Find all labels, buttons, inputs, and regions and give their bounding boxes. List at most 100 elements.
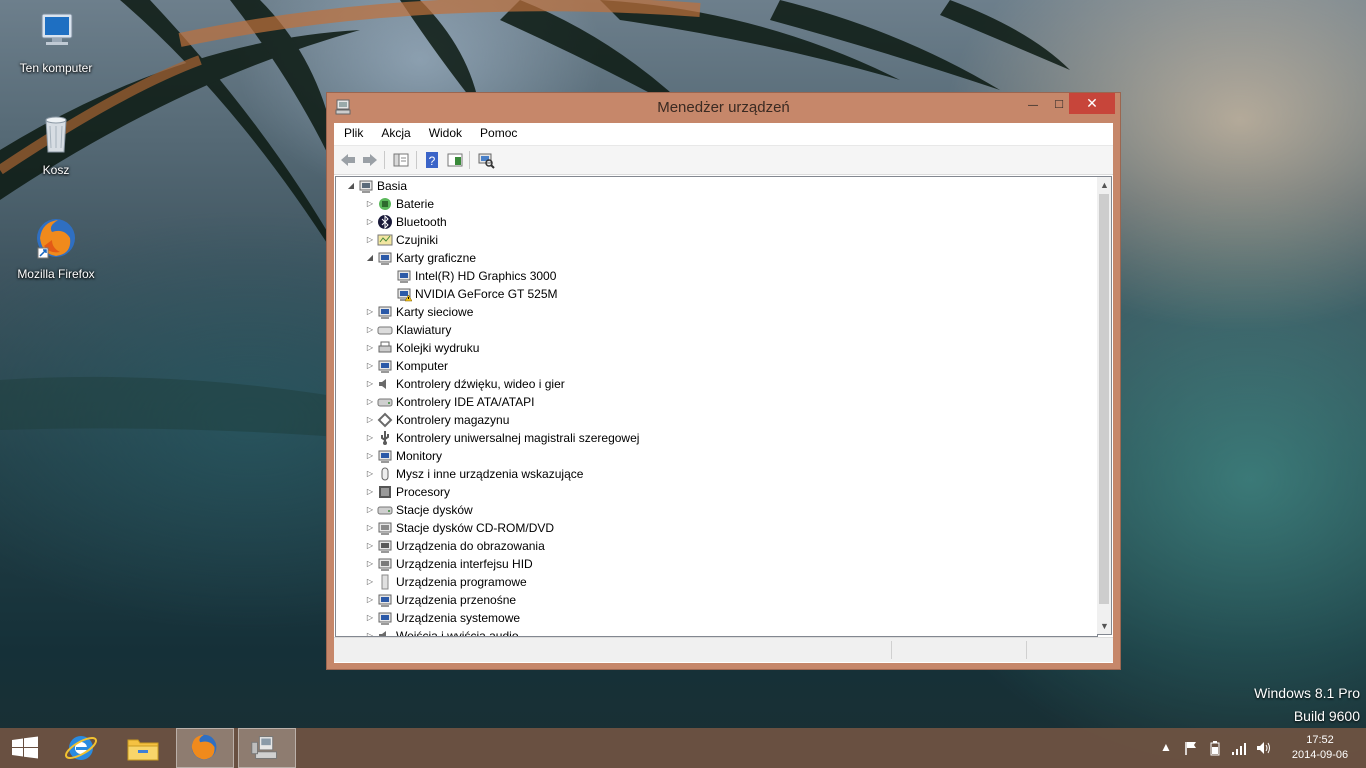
minimize-button[interactable]: — — [1021, 93, 1045, 114]
tree-category[interactable]: ▷ Urządzenia interfejsu HID — [336, 555, 1097, 573]
display-adapter-warning-icon — [396, 286, 413, 302]
tree-category[interactable]: ▷ Mysz i inne urządzenia wskazujące — [336, 465, 1097, 483]
tree-category[interactable]: ▷ Kontrolery IDE ATA/ATAPI — [336, 393, 1097, 411]
scroll-down-icon[interactable]: ▼ — [1097, 618, 1112, 634]
tree-item-label: Urządzenia do obrazowania — [396, 539, 545, 553]
expand-arrow-icon[interactable]: ▷ — [365, 357, 375, 375]
tree-category[interactable]: ▷ Klawiatury — [336, 321, 1097, 339]
firefox-icon — [37, 219, 75, 259]
collapse-arrow-icon[interactable]: ◢ — [346, 177, 356, 195]
expand-arrow-icon[interactable]: ▷ — [365, 465, 375, 483]
scroll-thumb[interactable] — [1099, 194, 1109, 604]
tree-category[interactable]: ▷ Kontrolery magazynu — [336, 411, 1097, 429]
expand-arrow-icon[interactable]: ▷ — [365, 231, 375, 249]
tree-device[interactable]: Intel(R) HD Graphics 3000 — [336, 267, 1097, 285]
tree-category[interactable]: ▷ Komputer — [336, 357, 1097, 375]
expand-arrow-icon[interactable]: ▷ — [365, 321, 375, 339]
network-signal-icon[interactable] — [1231, 740, 1247, 756]
expand-arrow-icon[interactable]: ▷ — [365, 375, 375, 393]
forward-icon[interactable] — [361, 151, 379, 169]
expand-arrow-icon[interactable]: ▷ — [365, 591, 375, 609]
desktop-icon-label: Kosz — [42, 163, 70, 177]
expand-arrow-icon[interactable]: ▷ — [365, 627, 375, 636]
tree-category[interactable]: ▷ Urządzenia do obrazowania — [336, 537, 1097, 555]
menu-view[interactable]: Widok — [419, 123, 470, 140]
expand-arrow-icon[interactable]: ▷ — [365, 555, 375, 573]
expand-arrow-icon[interactable]: ▷ — [365, 519, 375, 537]
tree-category[interactable]: ◢ Karty graficzne — [336, 249, 1097, 267]
expand-arrow-icon[interactable]: ▷ — [365, 339, 375, 357]
back-icon[interactable] — [339, 151, 357, 169]
tree-category[interactable]: ▷ Kontrolery dźwięku, wideo i gier — [336, 375, 1097, 393]
tree-root[interactable]: ◢ Basia — [336, 177, 1097, 195]
action-center-flag-icon[interactable] — [1183, 740, 1199, 756]
title-bar[interactable]: Menedżer urządzeń — □ ✕ — [327, 93, 1120, 123]
battery-icon — [377, 196, 393, 212]
tree-item-label: Karty sieciowe — [396, 305, 474, 319]
expand-arrow-icon[interactable]: ▷ — [365, 195, 375, 213]
expand-arrow-icon[interactable]: ▷ — [365, 213, 375, 231]
tree-device[interactable]: NVIDIA GeForce GT 525M — [336, 285, 1097, 303]
help-icon[interactable]: ? — [423, 151, 441, 169]
scroll-up-icon[interactable]: ▲ — [1097, 177, 1112, 193]
expand-arrow-icon[interactable]: ▷ — [365, 447, 375, 465]
window-title: Menedżer urządzeń — [657, 99, 790, 116]
taskbar: ▲ 17:52 2014-09-06 — [0, 728, 1366, 768]
show-hidden-icons-icon[interactable]: ▲ — [1158, 740, 1174, 756]
tree-category[interactable]: ▷ Urządzenia programowe — [336, 573, 1097, 591]
sensor-icon — [377, 232, 393, 248]
tree-category[interactable]: ▷ Czujniki — [336, 231, 1097, 249]
start-button[interactable] — [0, 728, 58, 768]
tree-category[interactable]: ▷ Kontrolery uniwersalnej magistrali szer… — [336, 429, 1097, 447]
taskbar-device-manager[interactable] — [238, 728, 296, 768]
expand-arrow-icon[interactable]: ▷ — [365, 609, 375, 627]
ide-controller-icon — [377, 394, 393, 410]
device-manager-icon — [251, 736, 277, 759]
tree-item-label: Urządzenia programowe — [396, 575, 527, 589]
menu-action[interactable]: Akcja — [371, 123, 418, 140]
desktop-icon-firefox[interactable]: Mozilla Firefox — [11, 216, 101, 281]
desktop-icon-recycle-bin[interactable]: Kosz — [11, 112, 101, 177]
monitor-icon — [377, 448, 393, 464]
tree-item-label: Kontrolery magazynu — [396, 413, 510, 427]
tree-category[interactable]: ▷ Kolejki wydruku — [336, 339, 1097, 357]
tree-category[interactable]: ▷ Karty sieciowe — [336, 303, 1097, 321]
network-adapter-icon — [377, 304, 393, 320]
close-button[interactable]: ✕ — [1069, 93, 1115, 114]
tree-category[interactable]: ▷ Stacje dysków CD-ROM/DVD — [336, 519, 1097, 537]
desktop-icon-this-pc[interactable]: Ten komputer — [11, 10, 101, 75]
expand-arrow-icon[interactable]: ▷ — [365, 483, 375, 501]
tree-category[interactable]: ▷ Baterie — [336, 195, 1097, 213]
battery-power-icon[interactable] — [1207, 740, 1223, 756]
tree-category[interactable]: ▷ Procesory — [336, 483, 1097, 501]
menu-help[interactable]: Pomoc — [470, 123, 525, 140]
collapse-arrow-icon[interactable]: ◢ — [365, 249, 375, 267]
expand-arrow-icon[interactable]: ▷ — [365, 573, 375, 591]
taskbar-file-explorer[interactable] — [114, 728, 172, 768]
tree-item-label: Klawiatury — [396, 323, 452, 337]
tree-category[interactable]: ▷ Monitory — [336, 447, 1097, 465]
volume-icon[interactable] — [1255, 740, 1271, 756]
scan-hardware-icon[interactable] — [477, 151, 495, 169]
expand-arrow-icon[interactable]: ▷ — [365, 303, 375, 321]
toggle-view-icon[interactable] — [446, 151, 464, 169]
firefox-icon — [191, 734, 217, 760]
expand-arrow-icon[interactable]: ▷ — [365, 501, 375, 519]
device-tree[interactable]: ◢ Basia ▷ Baterie ▷ Bluetooth ▷ Czujniki ◢ Karty … — [335, 176, 1098, 637]
tree-category[interactable]: ▷ Bluetooth — [336, 213, 1097, 231]
expand-arrow-icon[interactable]: ▷ — [365, 393, 375, 411]
expand-arrow-icon[interactable]: ▷ — [365, 429, 375, 447]
taskbar-internet-explorer[interactable] — [52, 728, 110, 768]
tree-category[interactable]: ▷ Stacje dysków — [336, 501, 1097, 519]
vertical-scrollbar[interactable]: ▲ ▼ — [1097, 176, 1112, 635]
properties-view-icon[interactable] — [392, 151, 410, 169]
taskbar-firefox[interactable] — [176, 728, 234, 768]
menu-file[interactable]: Plik — [334, 123, 371, 140]
expand-arrow-icon[interactable]: ▷ — [365, 411, 375, 429]
tree-category[interactable]: ▷ Urządzenia systemowe — [336, 609, 1097, 627]
expand-arrow-icon[interactable]: ▷ — [365, 537, 375, 555]
system-clock[interactable]: 17:52 2014-09-06 — [1280, 733, 1360, 763]
maximize-button[interactable]: □ — [1047, 93, 1071, 114]
tree-category[interactable]: ▷ Urządzenia przenośne — [336, 591, 1097, 609]
tree-category[interactable]: ▷ Wejścia i wyjścia audio — [336, 627, 1097, 636]
